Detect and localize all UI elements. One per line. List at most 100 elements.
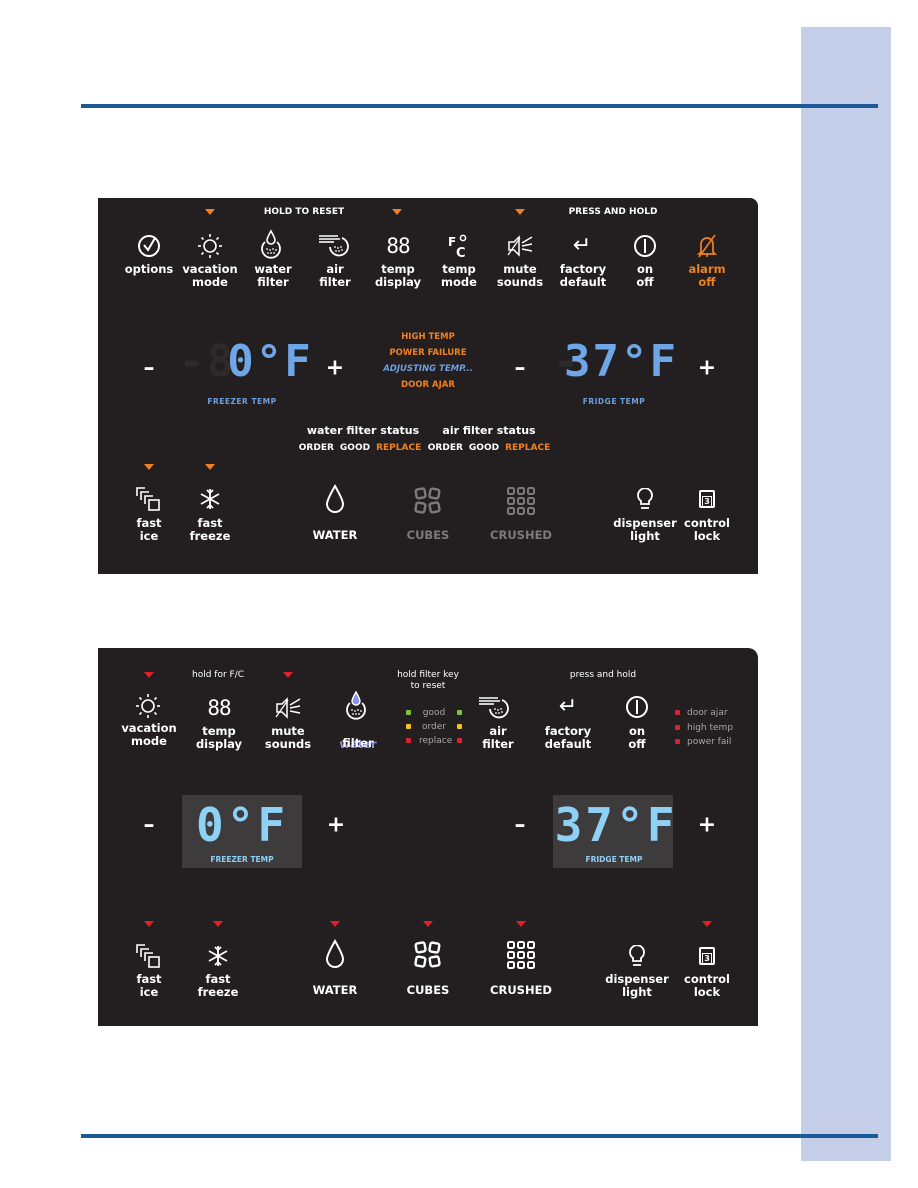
led-row-order: order bbox=[398, 720, 470, 734]
indicator-triangle bbox=[213, 921, 223, 927]
alert-led-legend: door ajar high temp power fail bbox=[675, 706, 733, 750]
freezer-plus-button[interactable]: + bbox=[326, 356, 344, 381]
freezer-temp-caption: FREEZER TEMP bbox=[207, 397, 277, 406]
fast-ice-icon bbox=[136, 487, 160, 511]
crushed-label: CRUSHED bbox=[490, 983, 552, 997]
hold-for-fc-header: hold for F/C bbox=[191, 670, 245, 680]
freezer-minus-button[interactable]: – bbox=[144, 356, 155, 381]
filter-led-legend: good order replace bbox=[398, 706, 470, 748]
fast-freeze-label: fast freeze bbox=[197, 972, 239, 999]
crushed-ice-icon bbox=[507, 487, 535, 515]
water-filter-icon bbox=[261, 229, 281, 259]
temp-display-label: temp display bbox=[195, 724, 243, 751]
freezer-temp-value: 0°F bbox=[195, 798, 289, 852]
water-filter-icon bbox=[346, 690, 366, 720]
status-door-ajar: DOOR AJAR bbox=[401, 380, 455, 390]
crushed-ice-icon bbox=[507, 941, 535, 969]
status-high-temp: HIGH TEMP bbox=[401, 332, 455, 342]
hold-filter-key-header: hold filter key to reset bbox=[397, 670, 459, 691]
on-off-label: on off bbox=[636, 262, 654, 289]
bell-off-icon bbox=[696, 234, 718, 258]
fridge-temp-value: 37°F bbox=[554, 798, 678, 852]
freezer-temp-value: 0°F bbox=[227, 336, 313, 387]
freezer-minus-button[interactable]: – bbox=[144, 813, 155, 838]
mute-sounds-label: mute sounds bbox=[264, 724, 312, 751]
air-filter-status-row: ORDER GOOD REPLACE bbox=[428, 443, 556, 453]
mute-sounds-label: mute sounds bbox=[496, 262, 544, 289]
alert-door-ajar: door ajar bbox=[675, 706, 733, 721]
indicator-triangle bbox=[702, 921, 712, 927]
alert-high-temp: high temp bbox=[675, 721, 733, 736]
indicator-triangle bbox=[144, 672, 154, 678]
red-led bbox=[457, 738, 462, 743]
status-messages: HIGH TEMP POWER FAILURE ADJUSTING TEMP..… bbox=[383, 329, 473, 393]
fast-ice-label: fast ice bbox=[136, 516, 162, 543]
dispenser-light-label: dispenser light bbox=[605, 972, 669, 999]
air-filter-label: air filter bbox=[319, 262, 351, 289]
control-panel-orange: HOLD TO RESET PRESS AND HOLD options vac… bbox=[98, 198, 758, 574]
air-filter-order: ORDER bbox=[427, 443, 463, 453]
lock-icon: 3 bbox=[699, 947, 715, 965]
options-label: options bbox=[124, 262, 174, 276]
crushed-label: CRUSHED bbox=[490, 528, 552, 542]
freezer-temp-caption: FREEZER TEMP bbox=[210, 855, 274, 864]
indicator-triangle bbox=[283, 672, 293, 678]
air-filter-good: GOOD bbox=[468, 443, 500, 453]
water-filter-status-row: ORDER GOOD REPLACE bbox=[299, 443, 427, 453]
ice-cubes-icon bbox=[414, 487, 441, 514]
snowflake-icon bbox=[208, 946, 228, 966]
factory-default-label: factory default bbox=[559, 262, 607, 289]
green-led bbox=[457, 710, 462, 715]
temp-mode-label: temp mode bbox=[441, 262, 477, 289]
status-power-failure: POWER FAILURE bbox=[389, 348, 467, 358]
ice-cubes-icon bbox=[414, 941, 441, 968]
fridge-plus-button[interactable]: + bbox=[698, 356, 716, 381]
factory-default-label: factory default bbox=[544, 724, 592, 751]
air-filter-replace: REPLACE bbox=[505, 443, 551, 453]
water-filter-label-line2: filter bbox=[342, 736, 374, 750]
power-icon bbox=[634, 235, 656, 257]
svg-text:F: F bbox=[448, 235, 456, 249]
power-icon bbox=[626, 696, 648, 718]
light-bulb-icon bbox=[637, 488, 653, 509]
temp-display-label: temp display bbox=[374, 262, 422, 289]
freezer-plus-button[interactable]: + bbox=[327, 813, 345, 838]
water-drop-icon bbox=[325, 484, 345, 513]
indicator-triangle bbox=[392, 209, 402, 215]
cubes-label: CUBES bbox=[406, 528, 450, 542]
fast-ice-label: fast ice bbox=[136, 972, 162, 999]
fridge-minus-button[interactable]: – bbox=[515, 813, 526, 838]
fahrenheit-celsius-icon: F C bbox=[448, 234, 467, 258]
water-label: WATER bbox=[312, 528, 358, 542]
status-adjusting-temp: ADJUSTING TEMP... bbox=[383, 364, 473, 374]
control-lock-label: control lock bbox=[684, 972, 730, 999]
speaker-mute-icon bbox=[275, 697, 301, 719]
fridge-plus-button[interactable]: + bbox=[698, 813, 716, 838]
red-led bbox=[406, 738, 411, 743]
fridge-temp-caption: FRIDGE TEMP bbox=[585, 855, 643, 864]
88-digits-icon: 88 bbox=[207, 696, 231, 720]
fast-freeze-label: fast freeze bbox=[189, 516, 231, 543]
return-arrow-icon: ↵ bbox=[572, 233, 592, 258]
press-and-hold-header: PRESS AND HOLD bbox=[568, 207, 658, 217]
yellow-led bbox=[457, 724, 462, 729]
sun-icon bbox=[198, 234, 222, 258]
vacation-mode-label: vacation mode bbox=[182, 262, 238, 289]
red-led bbox=[675, 710, 680, 715]
indicator-triangle bbox=[330, 921, 340, 927]
indicator-triangle bbox=[144, 464, 154, 470]
indicator-triangle bbox=[515, 209, 525, 215]
side-tab bbox=[801, 27, 891, 1161]
fridge-minus-button[interactable]: – bbox=[515, 356, 526, 381]
return-arrow-icon: ↵ bbox=[558, 694, 578, 719]
yellow-led bbox=[406, 724, 411, 729]
snowflake-icon bbox=[200, 489, 220, 509]
red-led bbox=[675, 739, 680, 744]
fast-ice-icon bbox=[136, 944, 160, 968]
svg-text:C: C bbox=[456, 246, 466, 258]
check-circle-icon bbox=[138, 235, 160, 257]
indicator-triangle bbox=[516, 921, 526, 927]
indicator-triangle bbox=[205, 209, 215, 215]
green-led bbox=[406, 710, 411, 715]
top-rule bbox=[81, 104, 878, 108]
